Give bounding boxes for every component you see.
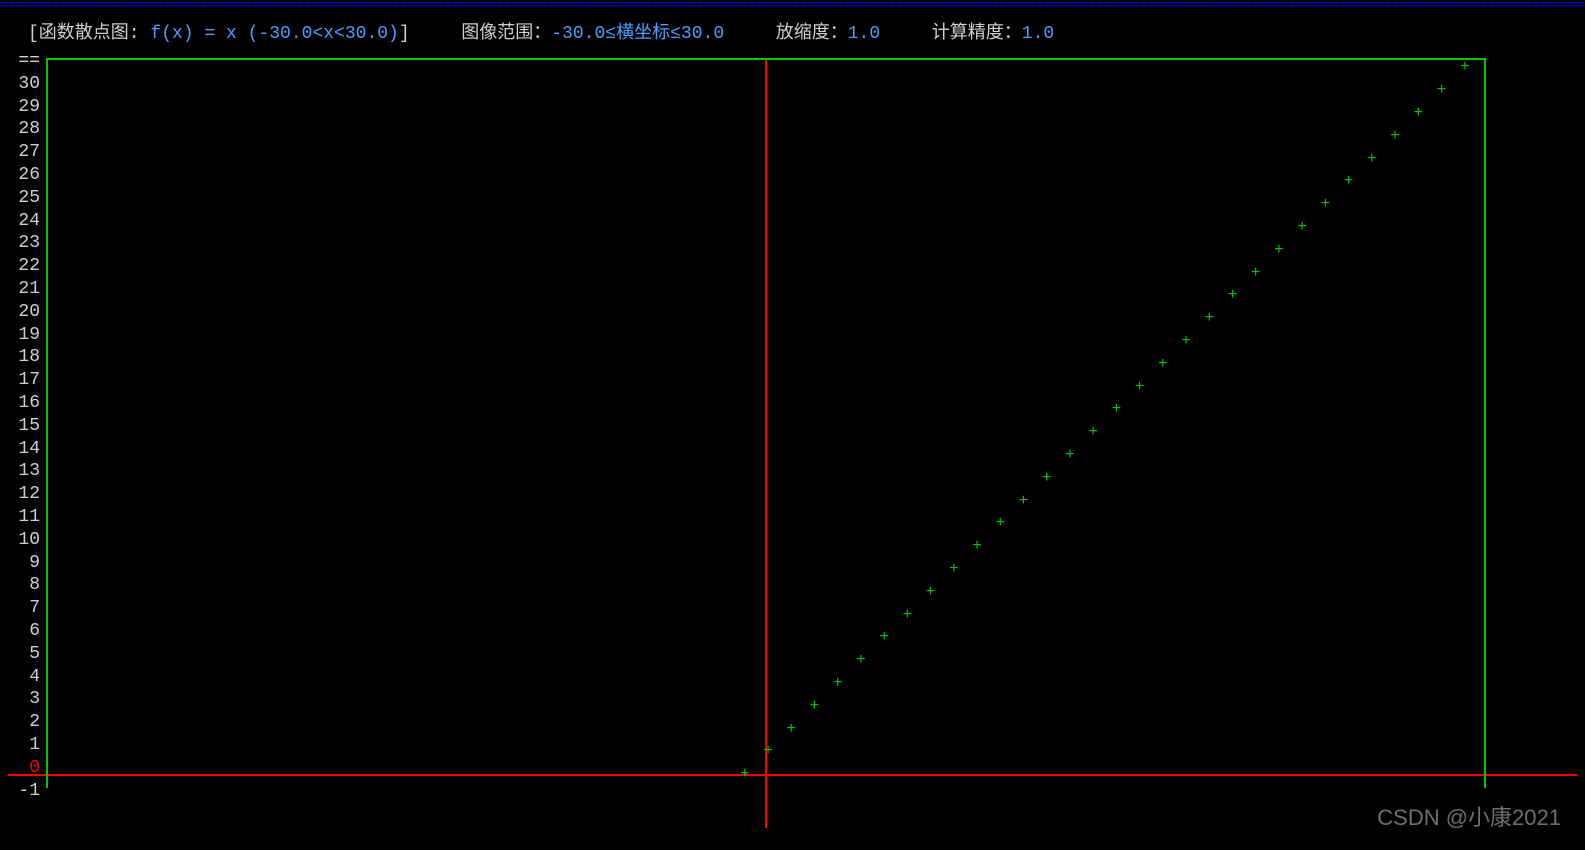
y-tick: 6	[8, 620, 40, 643]
function-expression: f(x) = x (-30.0<x<30.0)	[150, 24, 398, 44]
data-point: +	[969, 538, 985, 554]
data-point: +	[1085, 424, 1101, 440]
data-point: +	[1015, 493, 1031, 509]
y-tick: 25	[8, 187, 40, 210]
data-point: +	[1132, 379, 1148, 395]
y-tick: 13	[8, 460, 40, 483]
y-tick: 27	[8, 141, 40, 164]
data-point: +	[992, 515, 1008, 531]
chart-area: ==30292827262524232221201918171615141312…	[8, 50, 1577, 830]
y-tick: 3	[8, 688, 40, 711]
data-point: +	[737, 766, 753, 782]
data-point: +	[1062, 447, 1078, 463]
data-point: +	[783, 721, 799, 737]
data-point: +	[1294, 219, 1310, 235]
y-tick: 2	[8, 711, 40, 734]
y-tick: 4	[8, 666, 40, 689]
data-point: +	[1410, 105, 1426, 121]
y-tick: 5	[8, 643, 40, 666]
data-point: +	[1178, 333, 1194, 349]
y-axis-line	[765, 60, 767, 828]
y-tick: 20	[8, 301, 40, 324]
plot-box: + + + + + + + + + + + + + + + + + + + + + + + + + + + + + + + +	[46, 58, 1486, 788]
y-tick: 29	[8, 96, 40, 119]
data-point: +	[760, 743, 776, 759]
watermark-text: CSDN @小康2021	[1377, 800, 1561, 832]
y-tick: 12	[8, 483, 40, 506]
y-tick: 30	[8, 73, 40, 96]
y-tick: 18	[8, 346, 40, 369]
data-point: +	[1434, 82, 1450, 98]
data-point: +	[853, 652, 869, 668]
y-tick: 28	[8, 118, 40, 141]
top-blue-divider: ========================================…	[0, 0, 1585, 12]
data-point: +	[1387, 128, 1403, 144]
precision-label: 计算精度：	[932, 24, 1022, 44]
y-tick: 7	[8, 597, 40, 620]
data-point: +	[923, 584, 939, 600]
data-point: +	[1201, 310, 1217, 326]
data-point: +	[946, 561, 962, 577]
blue-dash-line: ========================================…	[0, 0, 1585, 12]
data-point: +	[1364, 151, 1380, 167]
y-tick: 8	[8, 574, 40, 597]
data-point: +	[1155, 356, 1171, 372]
range-label: 图像范围：	[461, 24, 551, 44]
data-point: +	[1341, 173, 1357, 189]
data-point: +	[1317, 196, 1333, 212]
y-tick: ==	[8, 50, 40, 73]
y-tick: 24	[8, 210, 40, 233]
data-point: +	[1248, 265, 1264, 281]
y-tick: 1	[8, 734, 40, 757]
data-point: +	[876, 629, 892, 645]
y-tick: 19	[8, 324, 40, 347]
y-tick: 21	[8, 278, 40, 301]
scatter-title-prefix: [函数散点图:	[28, 24, 150, 44]
data-point: +	[1457, 59, 1473, 75]
data-point: +	[806, 698, 822, 714]
header-info-line: [函数散点图: f(x) = x (-30.0<x<30.0)] 图像范围：-3…	[0, 12, 1585, 50]
zoom-label: 放缩度：	[776, 24, 848, 44]
y-tick: 17	[8, 369, 40, 392]
data-point: +	[899, 607, 915, 623]
y-tick: 22	[8, 255, 40, 278]
y-tick: 10	[8, 529, 40, 552]
data-point: +	[1225, 287, 1241, 303]
y-axis-labels: ==30292827262524232221201918171615141312…	[8, 50, 40, 802]
y-tick: 16	[8, 392, 40, 415]
data-point: +	[1039, 470, 1055, 486]
y-tick: 9	[8, 552, 40, 575]
data-point: +	[1108, 401, 1124, 417]
precision-value: 1.0	[1022, 24, 1054, 44]
y-tick: 23	[8, 232, 40, 255]
y-tick: 14	[8, 438, 40, 461]
y-tick: 15	[8, 415, 40, 438]
y-tick: 26	[8, 164, 40, 187]
range-value: -30.0≤横坐标≤30.0	[551, 24, 724, 44]
y-tick: -1	[8, 780, 40, 803]
data-point: +	[830, 675, 846, 691]
scatter-title-suffix: ]	[399, 24, 410, 44]
data-point: +	[1271, 242, 1287, 258]
zoom-value: 1.0	[848, 24, 880, 44]
y-tick: 11	[8, 506, 40, 529]
